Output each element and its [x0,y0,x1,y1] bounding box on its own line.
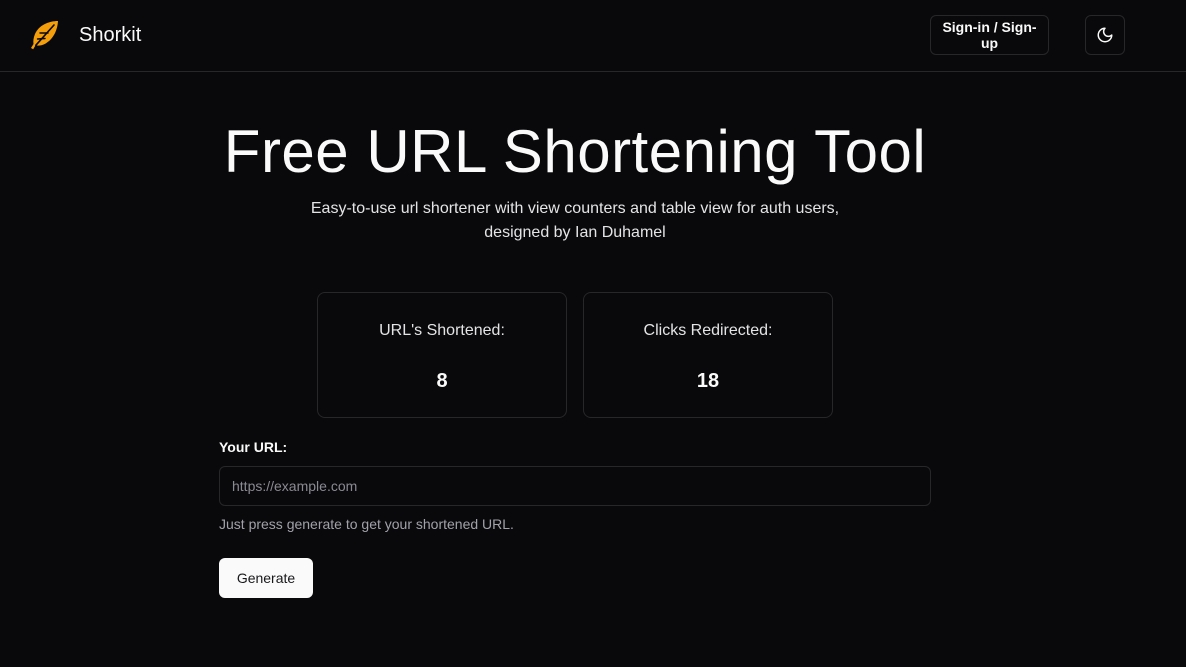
subtitle-line-1: Easy-to-use url shortener with view coun… [310,200,840,217]
url-field-label: Your URL: [219,439,288,455]
top-navbar: Shorkit Sign-in / Sign-up [0,0,1186,72]
stat-card-clicks-redirected: Clicks Redirected: 18 [583,292,833,418]
moon-icon [1096,26,1114,44]
stat-card-urls-shortened: URL's Shortened: 8 [317,292,567,418]
subtitle-line-2: designed by Ian Duhamel [484,224,666,241]
url-input[interactable] [219,466,931,506]
feather-icon[interactable] [27,19,61,51]
theme-toggle-button[interactable] [1085,15,1125,55]
sign-in-button[interactable]: Sign-in / Sign-up [930,15,1049,55]
stat-value: 8 [436,370,448,392]
stat-label: URL's Shortened: [379,322,505,339]
page-subtitle: Easy-to-use url shortener with view coun… [275,197,875,245]
stat-label: Clicks Redirected: [643,322,773,339]
page-title: Free URL Shortening Tool [223,118,927,185]
generate-button[interactable]: Generate [219,558,313,598]
brand-name[interactable]: Shorkit [79,23,141,47]
stat-value: 18 [696,370,720,392]
helper-text: Just press generate to get your shortene… [219,516,514,532]
